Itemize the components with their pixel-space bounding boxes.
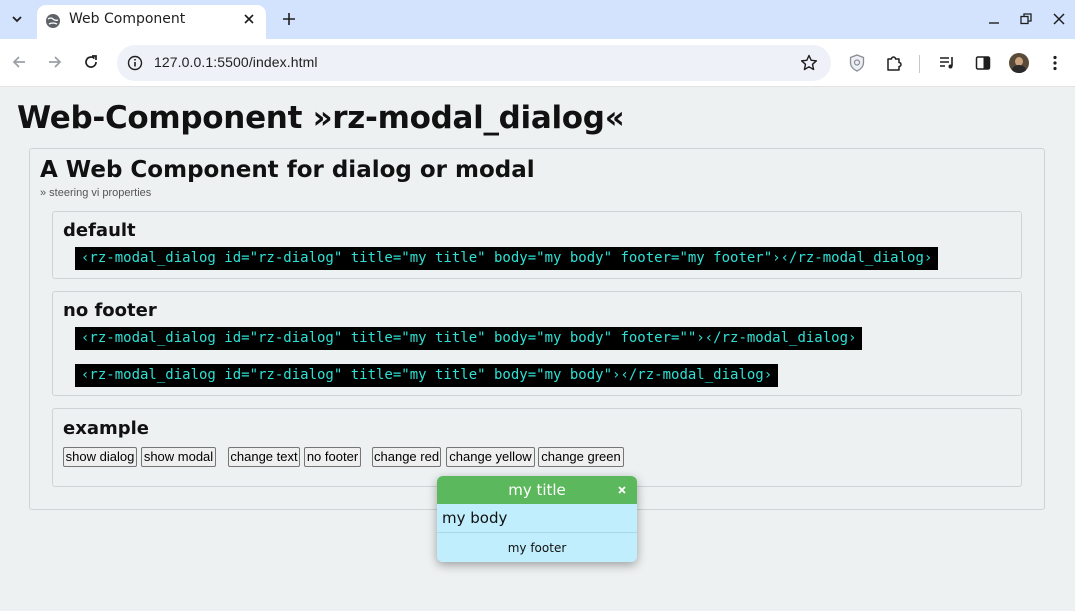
menu-button[interactable] (1044, 52, 1066, 74)
globe-icon (46, 14, 60, 28)
window-close-button[interactable] (1049, 9, 1069, 29)
section-heading: example (63, 418, 149, 439)
dialog-title: my title (508, 481, 566, 499)
section-heading: default (63, 220, 136, 241)
new-tab-button[interactable] (278, 8, 300, 30)
arrow-left-icon (12, 56, 25, 68)
address-bar[interactable]: 127.0.0.1:5500/index.html (117, 45, 831, 81)
card-subtitle: » steering vi properties (40, 187, 152, 199)
dialog-header: my title (437, 476, 637, 504)
star-icon (800, 54, 818, 71)
chevron-down-icon (12, 16, 22, 23)
url-text[interactable]: 127.0.0.1:5500/index.html (154, 54, 318, 70)
code-snippet: ‹rz-modal_dialog id="rz-dialog" title="m… (75, 247, 939, 270)
side-panel-button[interactable] (972, 52, 994, 74)
back-button[interactable] (8, 51, 30, 73)
forward-button[interactable] (44, 51, 66, 73)
extensions-button[interactable] (883, 52, 905, 74)
browser-tab[interactable]: Web Component (37, 5, 266, 39)
tab-close-button[interactable] (240, 10, 258, 28)
card-heading: A Web Component for dialog or modal (40, 157, 535, 183)
close-icon (1053, 13, 1065, 25)
reload-icon (85, 55, 97, 68)
show-modal-button[interactable]: show modal (141, 447, 216, 467)
media-controls-button[interactable] (936, 52, 958, 74)
change-green-button[interactable]: change green (538, 447, 624, 467)
section-heading: no footer (63, 300, 157, 321)
side-panel-icon (975, 56, 991, 70)
dialog-body-text: my body (442, 509, 508, 527)
profile-avatar[interactable] (1009, 53, 1029, 73)
restore-icon (1020, 13, 1032, 25)
puzzle-icon (887, 56, 902, 71)
modal-dialog: my title my body my footer (437, 476, 637, 562)
bookmark-button[interactable] (799, 53, 819, 73)
page-title: Web-Component »rz-modal_dialog« (17, 100, 625, 136)
section-no-footer: no footer ‹rz-modal_dialog id="rz-dialog… (52, 291, 1022, 396)
shield-icon (849, 54, 865, 72)
dialog-close-button[interactable] (615, 483, 629, 497)
change-text-button[interactable]: change text (228, 447, 300, 467)
browser-tab-bar: Web Component (0, 0, 1075, 39)
plus-icon (283, 13, 295, 25)
component-card: A Web Component for dialog or modal » st… (29, 148, 1045, 510)
code-snippet: ‹rz-modal_dialog id="rz-dialog" title="m… (75, 327, 863, 350)
change-red-button[interactable]: change red (372, 447, 441, 467)
section-default: default ‹rz-modal_dialog id="rz-dialog" … (52, 211, 1022, 279)
restore-button[interactable] (1016, 9, 1036, 29)
page-content: Web-Component »rz-modal_dialog« A Web Co… (0, 88, 1075, 611)
site-info-button[interactable] (125, 53, 145, 73)
shield-extension-button[interactable] (846, 52, 868, 74)
dialog-body: my body (437, 504, 637, 533)
browser-toolbar: 127.0.0.1:5500/index.html (0, 39, 1075, 87)
close-icon (618, 486, 626, 494)
minimize-icon (989, 22, 999, 24)
reload-button[interactable] (80, 51, 102, 73)
more-vertical-icon (1053, 55, 1057, 71)
dialog-footer-text: my footer (507, 541, 567, 555)
tab-title: Web Component (69, 11, 186, 27)
close-icon (244, 14, 254, 24)
info-icon (127, 55, 143, 71)
change-yellow-button[interactable]: change yellow (446, 447, 535, 467)
minimize-button[interactable] (984, 9, 1004, 29)
tab-search-button[interactable] (6, 8, 28, 30)
no-footer-button[interactable]: no footer (304, 447, 361, 467)
arrow-right-icon (49, 56, 62, 68)
show-dialog-button[interactable]: show dialog (63, 447, 137, 467)
playlist-icon (940, 57, 953, 69)
code-snippet: ‹rz-modal_dialog id="rz-dialog" title="m… (75, 364, 779, 387)
toolbar-separator (919, 55, 920, 73)
dialog-footer: my footer (437, 533, 637, 562)
